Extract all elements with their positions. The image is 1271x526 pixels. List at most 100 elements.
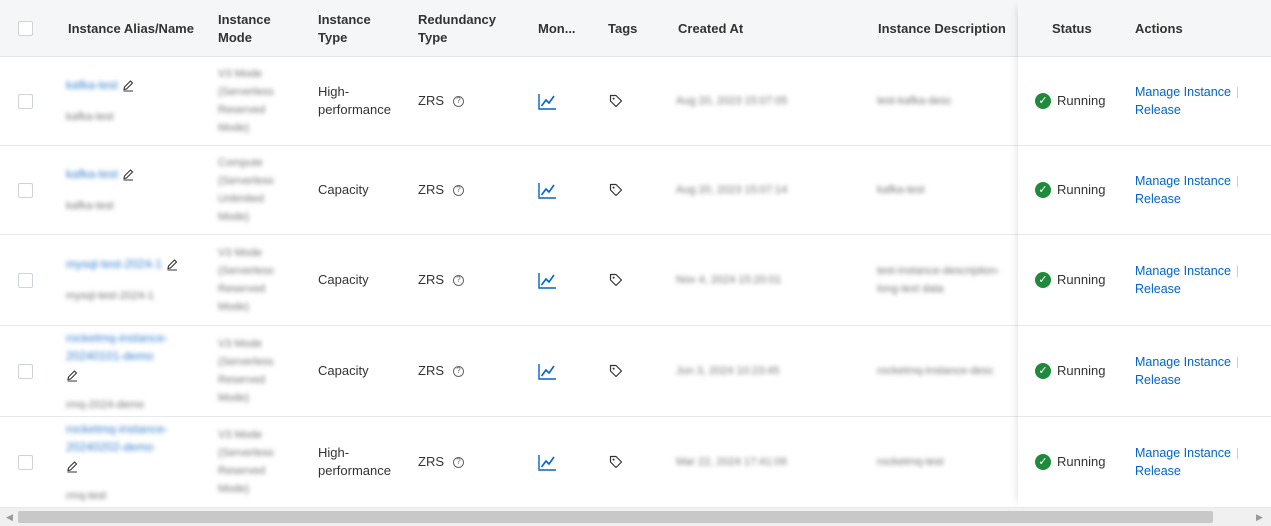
question-circle-icon[interactable]: ?	[453, 184, 464, 196]
pencil-icon[interactable]	[166, 258, 179, 271]
instance-name: mysql-test-2024-1	[66, 290, 155, 302]
header-monitor[interactable]: Mon...	[538, 0, 576, 57]
scrollbar-thumb[interactable]	[18, 511, 1213, 523]
instance-description: test-instance-description-long-text data	[877, 265, 1000, 295]
question-circle-icon[interactable]: ?	[453, 274, 464, 286]
monitor-cell	[538, 235, 557, 325]
release-link[interactable]: Release	[1135, 462, 1181, 480]
instance-alias-link[interactable]: kafka-test	[66, 76, 118, 94]
question-circle-icon[interactable]: ?	[453, 456, 464, 468]
status-cell: ✓ Running	[1035, 57, 1105, 145]
header-created[interactable]: Created At	[678, 0, 743, 57]
divider	[1236, 176, 1238, 188]
status-cell: ✓ Running	[1035, 417, 1105, 507]
pencil-icon[interactable]	[122, 168, 135, 181]
release-link[interactable]: Release	[1135, 190, 1181, 208]
instance-alias-link[interactable]: kafka-test	[66, 165, 118, 183]
header-redundancy[interactable]: Redundancy Type	[418, 0, 496, 57]
scroll-left-icon[interactable]: ◀	[6, 512, 13, 523]
instance-name: kafka-test	[66, 111, 114, 123]
actions-cell: Manage Instance Release	[1135, 146, 1238, 234]
redundancy-type: ZRS	[418, 93, 444, 108]
instance-mode: V3 Mode (Serverless Reserved Mode)	[218, 338, 274, 404]
actions-cell: Manage Instance Release	[1135, 235, 1238, 325]
row-checkbox[interactable]	[18, 182, 33, 198]
release-link[interactable]: Release	[1135, 280, 1181, 298]
status-text: Running	[1057, 454, 1106, 469]
manage-instance-link[interactable]: Manage Instance	[1135, 174, 1231, 188]
line-chart-icon[interactable]	[538, 363, 557, 380]
tag-icon[interactable]	[609, 455, 623, 469]
redundancy-cell: ZRS ?	[418, 326, 464, 416]
status-cell: ✓ Running	[1035, 326, 1105, 416]
redundancy-cell: ZRS ?	[418, 417, 464, 507]
monitor-cell	[538, 146, 557, 234]
line-chart-icon[interactable]	[538, 182, 557, 199]
manage-instance-link[interactable]: Manage Instance	[1135, 355, 1231, 369]
release-link[interactable]: Release	[1135, 101, 1181, 119]
release-link[interactable]: Release	[1135, 371, 1181, 389]
header-type[interactable]: Instance Type	[318, 0, 371, 57]
header-mode[interactable]: Instance Mode	[218, 0, 271, 57]
question-circle-icon[interactable]: ?	[453, 365, 464, 377]
instance-alias-link[interactable]: rocketmq-instance-20240202-demo	[66, 420, 191, 456]
question-circle-icon[interactable]: ?	[453, 95, 464, 107]
manage-instance-link[interactable]: Manage Instance	[1135, 85, 1231, 99]
redundancy-type: ZRS	[418, 363, 444, 378]
instance-mode: V3 Mode (Serverless Reserved Mode)	[218, 247, 274, 313]
header-status[interactable]: Status	[1052, 0, 1092, 57]
manage-instance-link[interactable]: Manage Instance	[1135, 446, 1231, 460]
tag-icon[interactable]	[609, 183, 623, 197]
row-checkbox[interactable]	[18, 272, 33, 288]
row-checkbox[interactable]	[18, 454, 33, 470]
instance-name: kafka-test	[66, 200, 114, 212]
instance-description: rocketmq-test	[877, 456, 944, 468]
instance-mode: V3 Mode (Serverless Reserved Mode)	[218, 68, 274, 134]
scroll-right-icon[interactable]: ▶	[1256, 512, 1263, 523]
horizontal-scrollbar[interactable]: ◀ ▶	[0, 508, 1271, 526]
created-at: Aug 20, 2023 15:07:05	[676, 95, 788, 107]
divider	[1236, 448, 1238, 460]
divider	[1236, 87, 1238, 99]
tags-cell	[609, 57, 623, 145]
pencil-icon[interactable]	[66, 460, 79, 473]
tag-icon[interactable]	[609, 364, 623, 378]
line-chart-icon[interactable]	[538, 93, 557, 110]
instance-description: rocketmq-instance-desc	[877, 365, 994, 377]
header-description[interactable]: Instance Description	[878, 0, 1006, 57]
created-at: Mar 22, 2024 17:41:09	[676, 456, 787, 468]
table-row: rocketmq-instance-20240101-demo rmq-2024…	[0, 326, 1271, 417]
created-at: Jun 3, 2024 10:23:45	[676, 365, 780, 377]
pencil-icon[interactable]	[122, 79, 135, 92]
monitor-cell	[538, 57, 557, 145]
check-circle-icon: ✓	[1035, 454, 1051, 470]
redundancy-type: ZRS	[418, 182, 444, 197]
divider	[1236, 357, 1238, 369]
header-tags[interactable]: Tags	[608, 0, 637, 57]
line-chart-icon[interactable]	[538, 454, 557, 471]
instance-alias-link[interactable]: mysql-test-2024-1	[66, 255, 162, 273]
row-checkbox[interactable]	[18, 363, 33, 379]
select-all-checkbox[interactable]	[18, 21, 33, 36]
header-alias[interactable]: Instance Alias/Name	[68, 0, 194, 57]
table-row: kafka-test kafka-test Compute (Serverles…	[0, 146, 1271, 235]
pencil-icon[interactable]	[66, 369, 79, 382]
instance-type: High- performance	[318, 84, 391, 117]
instance-name: rmq-test	[66, 489, 107, 502]
line-chart-icon[interactable]	[538, 272, 557, 289]
instance-mode: Compute (Serverless Unlimited Mode)	[218, 157, 274, 223]
status-text: Running	[1057, 182, 1106, 197]
instance-description: test-kafka-desc	[877, 95, 952, 107]
tag-icon[interactable]	[609, 273, 623, 287]
tag-icon[interactable]	[609, 94, 623, 108]
instance-alias-link[interactable]: rocketmq-instance-20240101-demo	[66, 329, 191, 365]
check-circle-icon: ✓	[1035, 182, 1051, 198]
instance-type: High- performance	[318, 445, 391, 478]
redundancy-type: ZRS	[418, 454, 444, 469]
actions-cell: Manage Instance Release	[1135, 326, 1238, 416]
manage-instance-link[interactable]: Manage Instance	[1135, 264, 1231, 278]
row-checkbox[interactable]	[18, 93, 33, 109]
table-row: kafka-test kafka-test V3 Mode (Serverles…	[0, 57, 1271, 146]
created-at: Nov 4, 2024 15:20:01	[676, 274, 782, 286]
table-row: rocketmq-instance-20240202-demo rmq-test…	[0, 417, 1271, 508]
